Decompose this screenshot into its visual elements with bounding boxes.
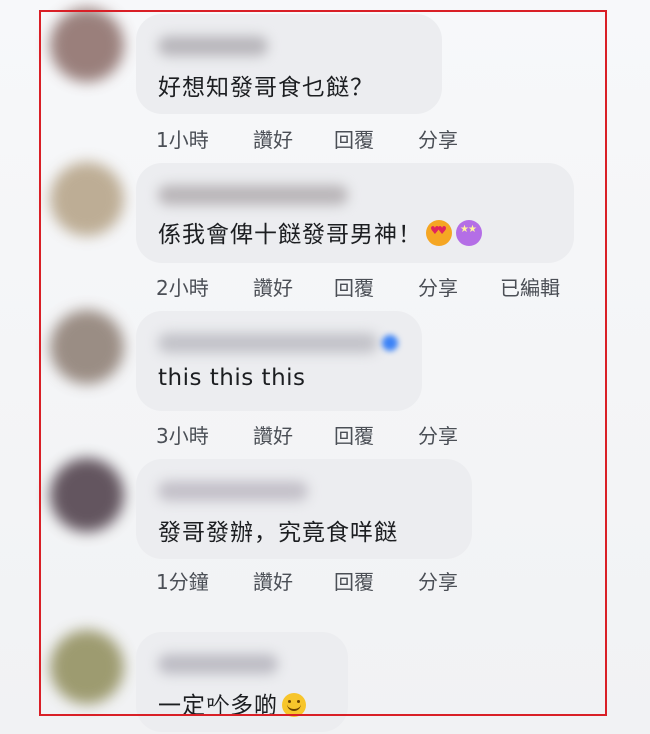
comments-section: 好想知發哥食乜餸？ 1小時 讚好 回覆 分享 係我會俾十餸發哥男神！ 2小時 讚…: [0, 0, 650, 734]
highlight-frame: [39, 10, 607, 716]
